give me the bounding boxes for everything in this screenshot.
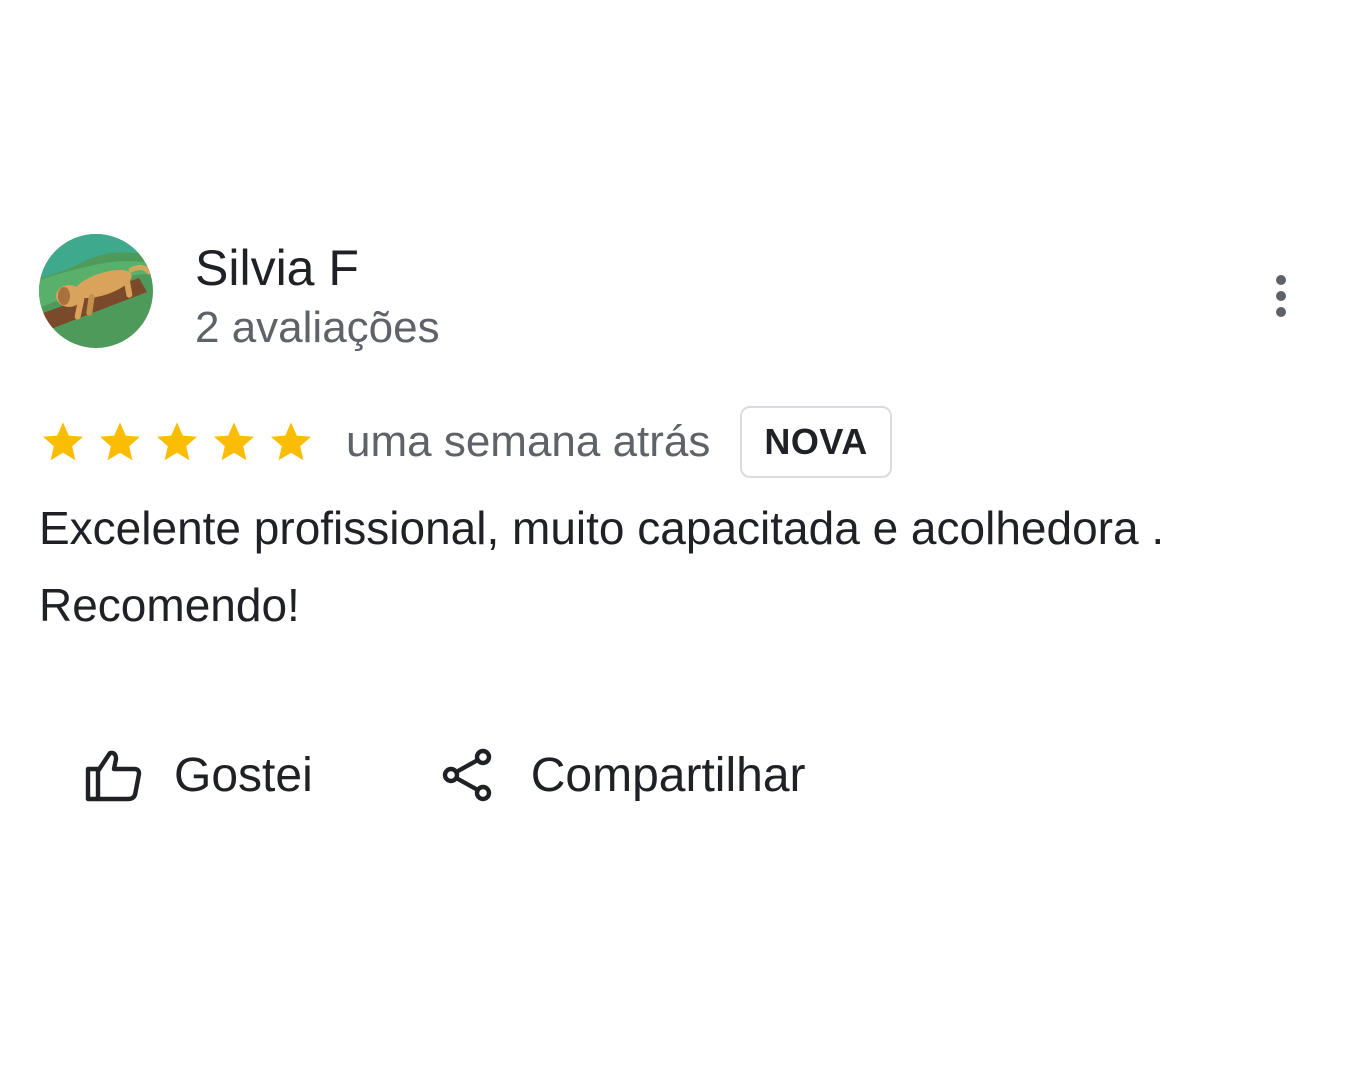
more-vertical-icon (1276, 275, 1286, 317)
avatar[interactable] (39, 234, 153, 348)
new-badge: NOVA (740, 406, 892, 478)
thumbs-up-icon (84, 747, 144, 803)
reviewer-name[interactable]: Silvia F (195, 238, 359, 298)
review-card: Silvia F 2 avaliações uma semana atrás N… (0, 0, 1350, 1080)
star-filled-icon (214, 422, 254, 461)
share-button[interactable]: Compartilhar (441, 747, 806, 803)
share-icon (441, 747, 495, 803)
dog-avatar-icon (39, 234, 153, 348)
star-rating (39, 418, 315, 466)
star-filled-icon (271, 422, 311, 461)
rating-row: uma semana atrás NOVA (39, 404, 892, 480)
like-button[interactable]: Gostei (84, 747, 313, 803)
star-filled-icon (100, 422, 140, 461)
review-actions: Gostei Compartilhar (84, 740, 806, 810)
star-filled-icon (157, 422, 197, 461)
more-options-button[interactable] (1256, 264, 1306, 328)
reviewer-review-count[interactable]: 2 avaliações (195, 300, 440, 356)
like-label: Gostei (174, 748, 313, 802)
review-date: uma semana atrás (346, 417, 711, 466)
star-filled-icon (43, 422, 83, 461)
review-text: Excelente profissional, muito capacitada… (39, 502, 1165, 631)
share-label: Compartilhar (530, 748, 806, 802)
